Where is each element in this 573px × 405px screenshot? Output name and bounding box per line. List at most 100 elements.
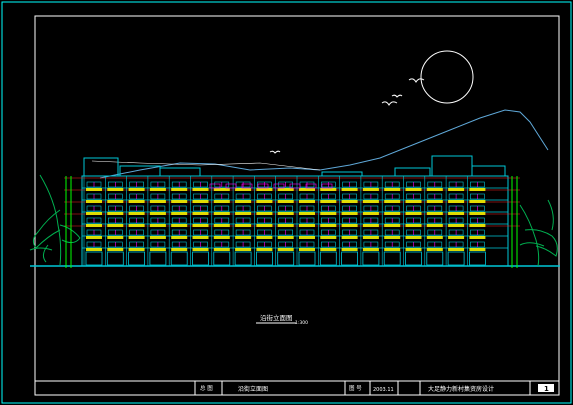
window-accent: [305, 183, 317, 189]
balcony-rail: [86, 236, 102, 239]
balcony-rail: [341, 248, 358, 251]
roof-block: [321, 171, 363, 177]
shopfront: [255, 251, 273, 266]
balcony-rail: [128, 224, 145, 227]
balcony-rail: [277, 224, 294, 227]
balcony-rail: [128, 248, 145, 251]
balcony-rail: [149, 236, 166, 239]
balcony-rail: [256, 224, 273, 227]
title-block-sheet-number: 1: [544, 385, 549, 393]
balcony-rail: [128, 200, 145, 203]
shopfront: [341, 251, 359, 266]
building-elevation: [64, 155, 520, 267]
shopfront: [170, 251, 188, 266]
balcony-rail: [256, 200, 273, 203]
roof-block: [431, 155, 473, 177]
balcony-rail: [256, 236, 273, 239]
balcony-rail: [171, 236, 188, 239]
balcony-rail: [426, 212, 443, 215]
balcony-rail: [362, 200, 379, 203]
balcony-rail: [384, 188, 401, 191]
shopfront: [405, 251, 422, 266]
balcony-rail: [86, 200, 102, 203]
balcony-rail: [128, 188, 145, 191]
balcony-rail: [341, 200, 358, 203]
drawing-title: 沿街立面图: [260, 313, 293, 322]
window-accent: [241, 183, 253, 189]
balcony-rail: [235, 188, 252, 191]
roof-block: [159, 167, 201, 177]
tree-left: [29, 174, 81, 266]
balcony-rail: [192, 212, 209, 215]
balcony-rail: [320, 236, 337, 239]
balcony-rail: [362, 236, 379, 239]
title-block-project-name: 大足静力新村集资房设计: [428, 385, 494, 393]
shopfront: [106, 251, 124, 266]
balcony-rail: [469, 248, 486, 251]
balcony-rail: [299, 188, 315, 191]
balcony-rail: [86, 248, 102, 251]
balcony-rail: [86, 188, 102, 191]
balcony-rail: [107, 248, 124, 251]
balcony-rail: [149, 212, 166, 215]
balcony-rail: [213, 248, 230, 251]
balcony-rail: [277, 236, 294, 239]
balcony-rail: [256, 212, 273, 215]
shopfront: [277, 251, 295, 266]
shopfront: [128, 251, 146, 266]
balcony-rail: [448, 188, 465, 191]
balcony-rail: [107, 212, 124, 215]
balcony-rail: [192, 248, 209, 251]
balcony-rail: [362, 248, 379, 251]
balcony-rail: [192, 200, 209, 203]
shopfront: [383, 251, 401, 266]
balcony-rail: [448, 200, 465, 203]
drawing-scale: 1:300: [295, 320, 308, 326]
balcony-rail: [277, 200, 294, 203]
building-outline: [81, 175, 509, 267]
tree-right: [519, 199, 558, 267]
balcony-rail: [384, 236, 401, 239]
roof-block: [83, 157, 119, 177]
balcony-rail: [235, 212, 252, 215]
balcony-rail: [128, 236, 145, 239]
balcony-rail: [213, 224, 230, 227]
balcony-rail: [320, 188, 337, 191]
balcony-rail: [277, 248, 294, 251]
balcony-rail: [320, 248, 337, 251]
balcony-rail: [213, 200, 230, 203]
balcony-rail: [235, 200, 252, 203]
balcony-rail: [107, 200, 124, 203]
balcony-rail: [277, 188, 294, 191]
balcony-rail: [405, 188, 422, 191]
balcony-rail: [256, 188, 273, 191]
shopfront: [234, 251, 252, 266]
window-accent: [289, 183, 301, 189]
balcony-rail: [341, 212, 358, 215]
balcony-rail: [405, 200, 422, 203]
title-block-stamp-2: 图 号: [349, 384, 362, 392]
balcony-rail: [192, 224, 209, 227]
balcony-rail: [299, 212, 315, 215]
balcony-rail: [448, 236, 465, 239]
shopfront: [213, 251, 231, 266]
balcony-rail: [384, 200, 401, 203]
balcony-rail: [405, 212, 422, 215]
balcony-rail: [426, 248, 443, 251]
balcony-rail: [341, 236, 358, 239]
balcony-rail: [426, 236, 443, 239]
balcony-rail: [213, 188, 230, 191]
shopfront: [447, 251, 465, 266]
title-block-date: 2003.11: [373, 387, 394, 393]
balcony-rail: [320, 200, 337, 203]
balcony-rail: [107, 236, 124, 239]
balcony-rail: [171, 248, 188, 251]
balcony-rail: [469, 236, 486, 239]
balcony-rail: [426, 188, 443, 191]
balcony-rail: [171, 212, 188, 215]
balcony-rail: [341, 224, 358, 227]
balcony-rail: [86, 212, 102, 215]
balcony-rail: [277, 212, 294, 215]
window-accent: [225, 183, 237, 189]
shopfront: [85, 251, 103, 266]
